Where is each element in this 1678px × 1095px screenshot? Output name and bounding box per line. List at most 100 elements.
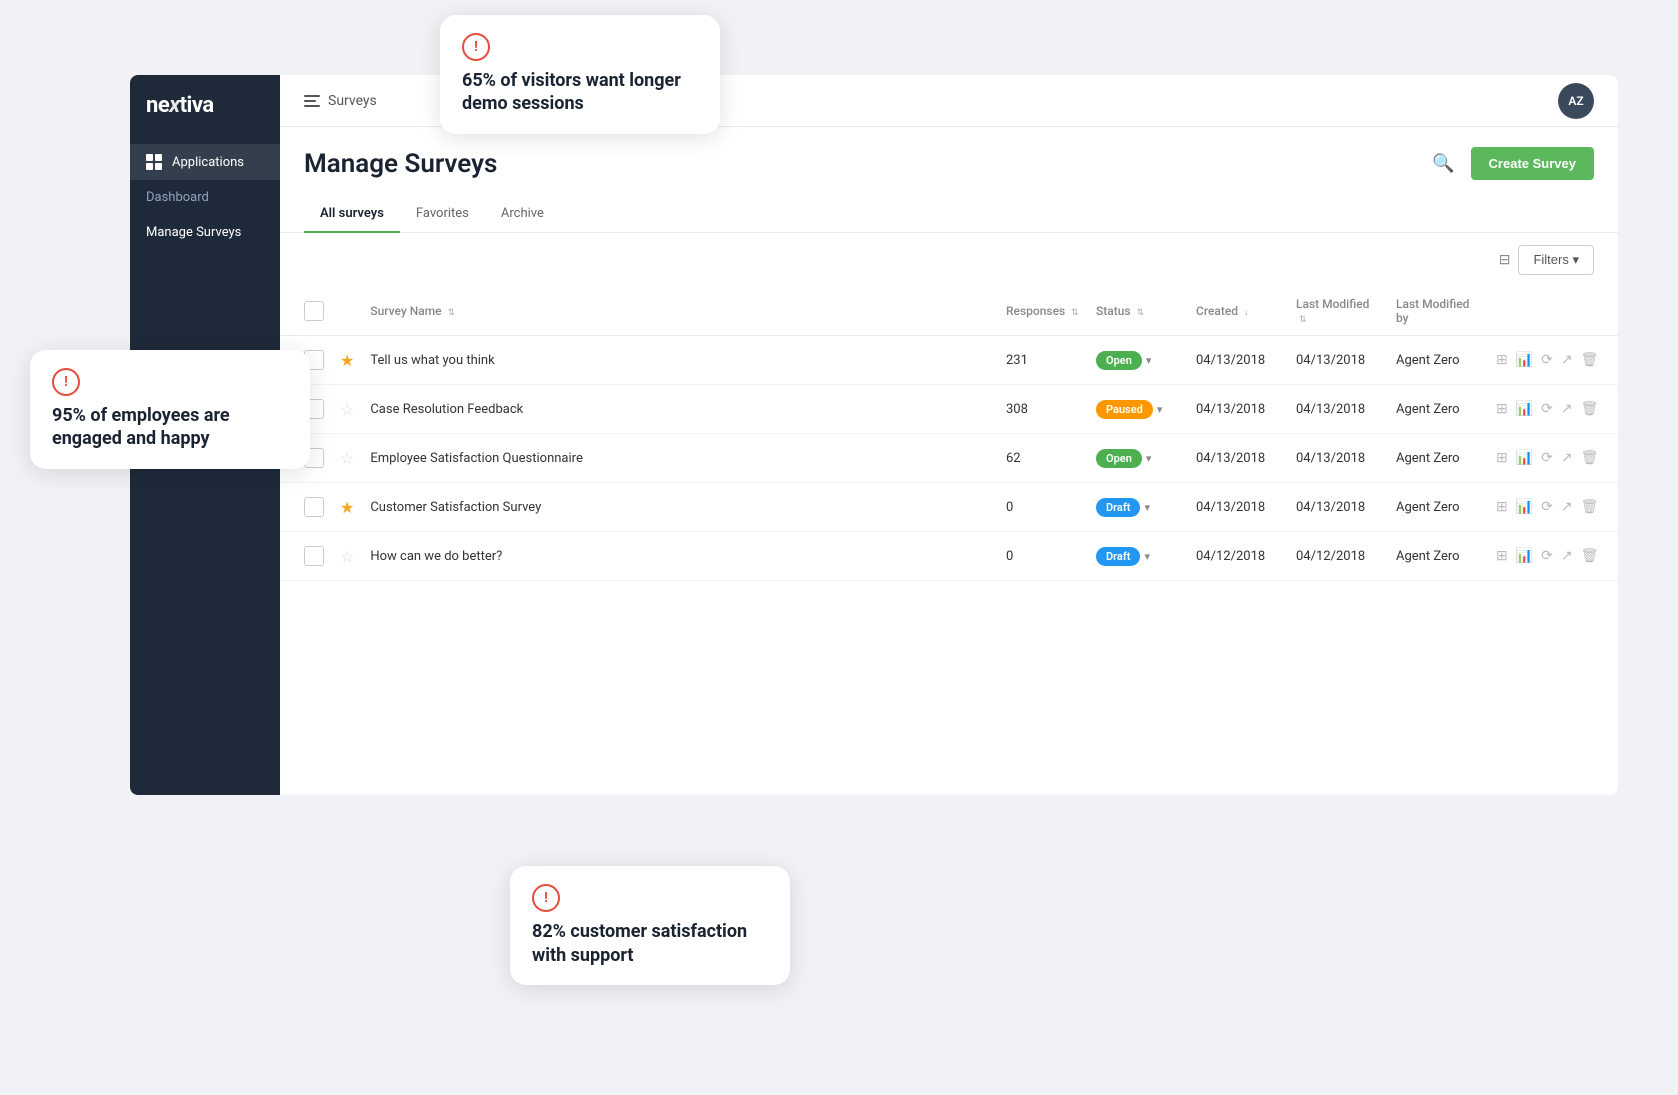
table-row: ☆ Case Resolution Feedback 308 Paused ▾ … bbox=[280, 385, 1618, 434]
created-cell-2: 04/13/2018 bbox=[1188, 434, 1288, 483]
modified-by-cell-4: Agent Zero bbox=[1388, 532, 1488, 581]
status-badge-2[interactable]: Open bbox=[1096, 449, 1142, 468]
status-badge-0[interactable]: Open bbox=[1096, 351, 1142, 370]
status-badge-3[interactable]: Draft bbox=[1096, 498, 1140, 517]
star-icon-3[interactable]: ★ bbox=[340, 498, 354, 517]
status-dropdown-1[interactable]: ▾ bbox=[1157, 403, 1163, 416]
copy-icon-0[interactable]: ⊞ bbox=[1496, 352, 1508, 368]
tab-all-surveys[interactable]: All surveys bbox=[304, 196, 400, 233]
delete-icon-4[interactable]: 🗑 bbox=[1581, 548, 1599, 564]
created-cell-0: 04/13/2018 bbox=[1188, 336, 1288, 385]
chart-icon-2[interactable]: 📊 bbox=[1516, 450, 1533, 466]
export-icon-3[interactable]: ↗ bbox=[1561, 499, 1573, 515]
table-toolbar: ⊟ Filters ▾ bbox=[280, 233, 1618, 287]
status-cell-2: Open ▾ bbox=[1088, 434, 1188, 483]
export-icon-4[interactable]: ↗ bbox=[1561, 548, 1573, 564]
share-icon-3[interactable]: ⟳ bbox=[1541, 499, 1553, 515]
star-cell-1: ☆ bbox=[332, 385, 362, 434]
export-icon-2[interactable]: ↗ bbox=[1561, 450, 1573, 466]
avatar: AZ bbox=[1558, 83, 1594, 119]
tooltip-text-bottom: 82% customer satisfaction with support bbox=[532, 920, 768, 967]
row-checkbox-4[interactable] bbox=[304, 546, 324, 566]
sidebar-item-manage-surveys[interactable]: Manage Surveys bbox=[130, 215, 280, 250]
exclamation-icon-top: ! bbox=[462, 33, 490, 61]
sort-arrow-responses[interactable]: ⇅ bbox=[1071, 308, 1079, 318]
created-cell-3: 04/13/2018 bbox=[1188, 483, 1288, 532]
sort-arrow-modified[interactable]: ⇅ bbox=[1299, 315, 1307, 325]
topbar-surveys-text: Surveys bbox=[328, 93, 377, 109]
export-icon-1[interactable]: ↗ bbox=[1561, 401, 1573, 417]
name-cell-0: Tell us what you think bbox=[362, 336, 998, 385]
name-cell-2: Employee Satisfaction Questionnaire bbox=[362, 434, 998, 483]
share-icon-1[interactable]: ⟳ bbox=[1541, 401, 1553, 417]
checkbox-cell-3 bbox=[280, 483, 332, 532]
delete-icon-1[interactable]: 🗑 bbox=[1581, 401, 1599, 417]
checkbox-cell-4 bbox=[280, 532, 332, 581]
table-row: ★ Customer Satisfaction Survey 0 Draft ▾… bbox=[280, 483, 1618, 532]
sort-arrow-status[interactable]: ⇅ bbox=[1137, 308, 1145, 318]
status-dropdown-4[interactable]: ▾ bbox=[1144, 550, 1150, 563]
modified-by-cell-1: Agent Zero bbox=[1388, 385, 1488, 434]
survey-table: Survey Name ⇅ Responses ⇅ Status ⇅ Creat… bbox=[280, 287, 1618, 581]
actions-cell-0: ⊞ 📊 ⟳ ↗ 🗑 bbox=[1488, 336, 1618, 385]
row-checkbox-3[interactable] bbox=[304, 497, 324, 517]
tooltip-bubble-left: ! 95% of employees are engaged and happy bbox=[30, 350, 310, 469]
copy-icon-2[interactable]: ⊞ bbox=[1496, 450, 1508, 466]
name-cell-1: Case Resolution Feedback bbox=[362, 385, 998, 434]
responses-cell-4: 0 bbox=[998, 532, 1088, 581]
search-button[interactable]: 🔍 bbox=[1428, 149, 1458, 178]
delete-icon-0[interactable]: 🗑 bbox=[1581, 352, 1599, 368]
main-content: Surveys AZ Manage Surveys 🔍 Create Surve… bbox=[280, 75, 1618, 795]
sidebar-item-applications[interactable]: Applications bbox=[130, 144, 280, 180]
status-dropdown-0[interactable]: ▾ bbox=[1146, 354, 1152, 367]
modified-cell-3: 04/13/2018 bbox=[1288, 483, 1388, 532]
create-survey-button[interactable]: Create Survey bbox=[1471, 147, 1594, 180]
page-header: Manage Surveys 🔍 Create Survey bbox=[280, 127, 1618, 196]
filter-button[interactable]: Filters ▾ bbox=[1518, 245, 1594, 275]
chart-icon-0[interactable]: 📊 bbox=[1516, 352, 1533, 368]
chart-icon-3[interactable]: 📊 bbox=[1516, 499, 1533, 515]
status-dropdown-2[interactable]: ▾ bbox=[1146, 452, 1152, 465]
star-icon-4[interactable]: ☆ bbox=[340, 547, 354, 566]
logo-text: nextiva bbox=[146, 93, 214, 118]
star-icon-0[interactable]: ★ bbox=[340, 351, 354, 370]
share-icon-4[interactable]: ⟳ bbox=[1541, 548, 1553, 564]
sort-arrow-created[interactable]: ↓ bbox=[1244, 308, 1249, 318]
modified-cell-0: 04/13/2018 bbox=[1288, 336, 1388, 385]
sidebar-item-dashboard[interactable]: Dashboard bbox=[130, 180, 280, 215]
copy-icon-4[interactable]: ⊞ bbox=[1496, 548, 1508, 564]
status-dropdown-3[interactable]: ▾ bbox=[1144, 501, 1150, 514]
name-cell-4: How can we do better? bbox=[362, 532, 998, 581]
modified-cell-4: 04/12/2018 bbox=[1288, 532, 1388, 581]
status-cell-3: Draft ▾ bbox=[1088, 483, 1188, 532]
share-icon-0[interactable]: ⟳ bbox=[1541, 352, 1553, 368]
tab-favorites[interactable]: Favorites bbox=[400, 196, 485, 233]
sidebar-nav: Applications Dashboard Manage Surveys bbox=[130, 136, 280, 258]
created-cell-4: 04/12/2018 bbox=[1188, 532, 1288, 581]
star-icon-1[interactable]: ☆ bbox=[340, 400, 354, 419]
modified-by-cell-2: Agent Zero bbox=[1388, 434, 1488, 483]
export-icon-0[interactable]: ↗ bbox=[1561, 352, 1573, 368]
status-badge-4[interactable]: Draft bbox=[1096, 547, 1140, 566]
share-icon-2[interactable]: ⟳ bbox=[1541, 450, 1553, 466]
created-cell-1: 04/13/2018 bbox=[1188, 385, 1288, 434]
tab-archive[interactable]: Archive bbox=[485, 196, 560, 233]
th-star bbox=[332, 287, 362, 336]
status-cell-0: Open ▾ bbox=[1088, 336, 1188, 385]
actions-cell-4: ⊞ 📊 ⟳ ↗ 🗑 bbox=[1488, 532, 1618, 581]
modified-by-cell-3: Agent Zero bbox=[1388, 483, 1488, 532]
sort-arrow-name[interactable]: ⇅ bbox=[448, 308, 456, 318]
copy-icon-3[interactable]: ⊞ bbox=[1496, 499, 1508, 515]
table-row: ☆ How can we do better? 0 Draft ▾ 04/12/… bbox=[280, 532, 1618, 581]
select-all-checkbox[interactable] bbox=[304, 301, 324, 321]
delete-icon-3[interactable]: 🗑 bbox=[1581, 499, 1599, 515]
star-icon-2[interactable]: ☆ bbox=[340, 449, 354, 468]
chart-icon-1[interactable]: 📊 bbox=[1516, 401, 1533, 417]
copy-icon-1[interactable]: ⊞ bbox=[1496, 401, 1508, 417]
chart-icon-4[interactable]: 📊 bbox=[1516, 548, 1533, 564]
modified-by-cell-0: Agent Zero bbox=[1388, 336, 1488, 385]
status-badge-1[interactable]: Paused bbox=[1096, 400, 1153, 419]
delete-icon-2[interactable]: 🗑 bbox=[1581, 450, 1599, 466]
modified-cell-2: 04/13/2018 bbox=[1288, 434, 1388, 483]
th-modified-by: Last Modified by bbox=[1388, 287, 1488, 336]
